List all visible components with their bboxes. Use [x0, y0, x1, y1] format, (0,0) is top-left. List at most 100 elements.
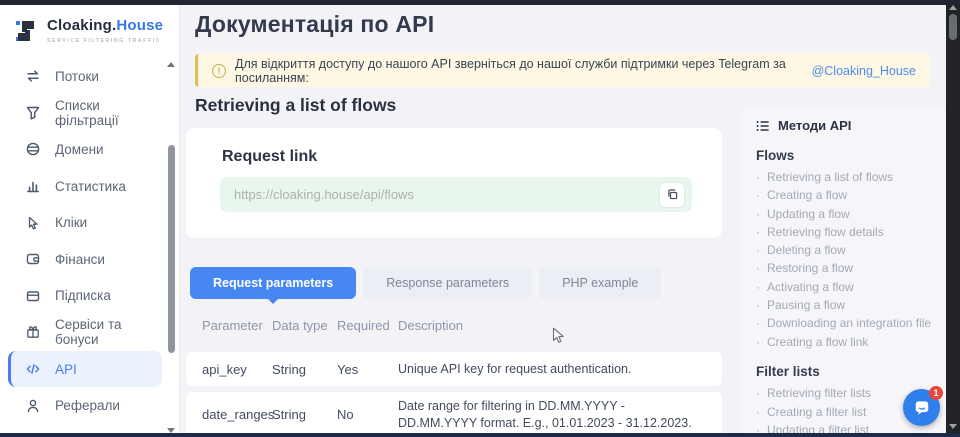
- method-link[interactable]: · Restoring a flow: [756, 262, 929, 276]
- bullet: ·: [756, 244, 760, 258]
- sidebar-item-referrals[interactable]: Реферали: [8, 387, 162, 424]
- bullet: ·: [756, 189, 760, 203]
- bullet: ·: [756, 336, 760, 350]
- chat-bubble-icon: [912, 398, 932, 418]
- sidebar-scrollbar-thumb[interactable]: [168, 145, 175, 353]
- brand-name: Cloaking.House: [47, 18, 163, 35]
- telegram-link[interactable]: @Cloaking_House: [812, 64, 916, 78]
- bullet: ·: [756, 262, 760, 276]
- cell-required: Yes: [337, 362, 398, 377]
- method-link-label: Creating a flow: [767, 189, 847, 203]
- method-link-label: Creating a flow link: [767, 336, 868, 350]
- tab-label: Request parameters: [213, 276, 333, 290]
- sidebar-item-flows[interactable]: Потоки: [8, 58, 162, 95]
- request-link-card: Request link https://cloaking.house/api/…: [186, 128, 722, 238]
- method-link[interactable]: ·Updating a flow: [756, 208, 929, 222]
- bar-chart-icon: [25, 178, 41, 194]
- cell-parameter: date_ranges: [202, 407, 272, 422]
- method-link[interactable]: ·Deleting a flow: [756, 244, 929, 258]
- api-methods-panel: Методи API Flows ·Retrieving a list of f…: [740, 106, 945, 437]
- sidebar-item-label: Статистика: [55, 179, 126, 194]
- info-banner: ! Для відкриття доступу до нашого API зв…: [195, 54, 930, 87]
- method-link[interactable]: ·Pausing a flow: [756, 299, 929, 313]
- tab-php-example[interactable]: PHP example: [539, 267, 661, 299]
- sidebar-item-subscription[interactable]: Підписка: [8, 278, 162, 315]
- method-link[interactable]: ·Downloading an integration file: [756, 317, 929, 331]
- code-icon: [25, 361, 41, 377]
- bottom-window-strip: [0, 433, 960, 437]
- request-link-title: Request link: [222, 148, 317, 166]
- table-row: api_key String Yes Unique API key for re…: [186, 352, 722, 386]
- tab-label: Response parameters: [386, 276, 509, 290]
- sidebar-item-label: Сервіси та бонуси: [55, 317, 162, 347]
- cell-description: Date range for filtering in DD.MM.YYYY -…: [398, 398, 706, 431]
- sidebar-item-label: API: [55, 362, 77, 377]
- method-link-label: Retrieving a list of flows: [767, 171, 893, 185]
- method-link-label: Pausing a flow: [767, 299, 845, 313]
- bullet: ·: [756, 208, 760, 222]
- methods-panel-title: Методи API: [778, 118, 851, 133]
- col-header-description: Description: [398, 318, 706, 334]
- method-link-label: Downloading an integration file: [767, 317, 931, 331]
- methods-panel-header: Методи API: [756, 118, 929, 133]
- sidebar-item-clicks[interactable]: Кліки: [8, 204, 162, 241]
- method-link-label: Creating a filter list: [767, 406, 866, 420]
- method-link-label: Restoring a flow: [767, 262, 853, 276]
- sidebar-item-finance[interactable]: Фінанси: [8, 241, 162, 278]
- sidebar-item-label: Потоки: [55, 69, 99, 84]
- sidebar-scroll-up-arrow[interactable]: [167, 62, 175, 67]
- top-window-strip: [0, 0, 960, 5]
- method-link-label: Activating a flow: [767, 281, 854, 295]
- bullet: ·: [756, 281, 760, 295]
- globe-icon: [25, 141, 41, 157]
- method-link[interactable]: ·Retrieving flow details: [756, 226, 929, 240]
- tab-response-parameters[interactable]: Response parameters: [363, 267, 532, 299]
- table-row: date_ranges String No Date range for fil…: [186, 392, 722, 437]
- sidebar-item-filter-lists[interactable]: Списки фільтрації: [8, 95, 162, 132]
- page-title: Документація по API: [195, 11, 434, 38]
- col-header-parameter: Parameter: [202, 318, 272, 334]
- filter-icon: [25, 105, 41, 121]
- wallet-icon: [25, 251, 41, 267]
- api-docs-page: Cloaking.House SERVICE FILTERING TRAFFIC…: [0, 0, 960, 437]
- copy-button[interactable]: [660, 183, 684, 207]
- method-link[interactable]: · Creating a flow link: [756, 336, 929, 350]
- sidebar-menu: Потоки Списки фільтрації Домени Статисти…: [0, 58, 166, 424]
- tab-request-parameters[interactable]: Request parameters: [190, 267, 356, 299]
- sidebar-item-services[interactable]: Сервіси та бонуси: [8, 314, 162, 351]
- method-link-label: Retrieving filter lists: [767, 387, 871, 401]
- col-header-required: Required: [337, 318, 398, 334]
- active-tab-pointer: [268, 299, 278, 304]
- method-link[interactable]: · Creating a flow: [756, 189, 929, 203]
- gift-icon: [25, 324, 41, 340]
- request-url-value[interactable]: https://cloaking.house/api/flows: [234, 187, 660, 202]
- page-scroll-down-arrow[interactable]: [949, 424, 957, 429]
- table-header-row: Parameter Data type Required Description: [186, 306, 722, 346]
- page-scrollbar: [946, 0, 960, 437]
- sidebar-item-domains[interactable]: Домени: [8, 131, 162, 168]
- cursor-icon: [25, 215, 41, 231]
- cloaking-house-logo-icon: [13, 18, 39, 44]
- sidebar-item-label: Підписка: [55, 288, 111, 303]
- tab-bar: Request parameters Response parameters P…: [190, 267, 661, 299]
- card-icon: [25, 288, 41, 304]
- cell-description: Unique API key for request authenticatio…: [398, 361, 706, 377]
- method-link[interactable]: · Activating a flow: [756, 281, 929, 295]
- sidebar-item-api[interactable]: API: [8, 351, 162, 388]
- sidebar-item-label: Домени: [55, 142, 104, 157]
- group-heading-filter-lists: Filter lists: [756, 364, 929, 379]
- banner-text: Для відкриття доступу до нашого API звер…: [235, 57, 798, 85]
- sync-icon: [25, 68, 41, 84]
- group-heading-flows: Flows: [756, 148, 929, 163]
- chat-unread-badge: 1: [929, 386, 943, 400]
- page-scrollbar-thumb[interactable]: [949, 14, 957, 40]
- method-link[interactable]: ·Retrieving filter lists: [756, 387, 929, 401]
- page-scroll-up-arrow[interactable]: [949, 5, 957, 10]
- method-link[interactable]: ·Retrieving a list of flows: [756, 171, 929, 185]
- bullet: ·: [756, 406, 760, 420]
- list-icon: [756, 119, 770, 133]
- method-link-label: Retrieving flow details: [767, 226, 884, 240]
- sidebar-item-statistics[interactable]: Статистика: [8, 168, 162, 205]
- sidebar: Cloaking.House SERVICE FILTERING TRAFFIC…: [0, 5, 180, 433]
- brand-logo[interactable]: Cloaking.House SERVICE FILTERING TRAFFIC: [0, 5, 179, 44]
